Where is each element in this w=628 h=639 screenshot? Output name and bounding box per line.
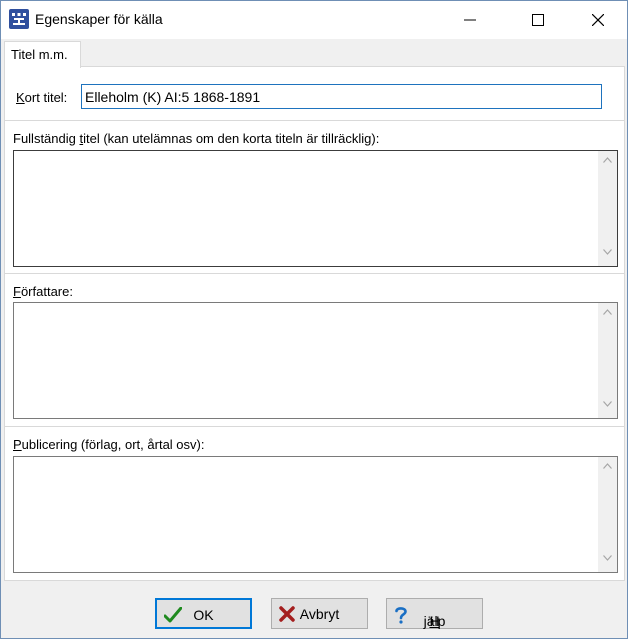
cancel-button[interactable]: Avbryt bbox=[271, 598, 368, 629]
publishing-label: Publicering (förlag, ort, årtal osv): bbox=[13, 437, 204, 452]
tab-panel: Kort titel: Fullständig titel (kan utelä… bbox=[4, 66, 625, 581]
window-title: Egenskaper för källa bbox=[35, 11, 163, 27]
short-title-label-accel: K bbox=[16, 90, 25, 105]
short-title-label-text: ort titel: bbox=[24, 90, 68, 105]
author-label-text: örfattare: bbox=[20, 284, 73, 299]
scroll-up-icon[interactable] bbox=[603, 157, 612, 163]
close-icon bbox=[592, 14, 604, 26]
full-title-textarea[interactable] bbox=[14, 151, 598, 266]
tab-label: Titel m.m. bbox=[11, 47, 68, 62]
author-field[interactable] bbox=[13, 302, 618, 419]
cancel-button-label: Avbryt bbox=[299, 606, 340, 622]
help-button[interactable]: Hjälp bbox=[386, 598, 483, 629]
short-title-input[interactable] bbox=[81, 84, 602, 109]
full-title-label: Fullständig titel (kan utelämnas om den … bbox=[13, 131, 379, 146]
scroll-up-icon[interactable] bbox=[603, 463, 612, 469]
publishing-textarea[interactable] bbox=[14, 457, 598, 572]
author-textarea[interactable] bbox=[14, 303, 598, 418]
full-title-scrollbar[interactable] bbox=[598, 151, 617, 266]
publishing-label-text: ublicering (förlag, ort, årtal osv): bbox=[21, 437, 205, 452]
maximize-button[interactable] bbox=[515, 1, 561, 39]
author-scrollbar[interactable] bbox=[598, 303, 617, 418]
author-label: Författare: bbox=[13, 284, 73, 299]
publishing-label-accel: P bbox=[13, 437, 22, 452]
ok-button[interactable]: OK bbox=[155, 598, 252, 629]
dialog-client-area: Titel m.m. Kort titel: Fullständig titel… bbox=[1, 39, 627, 638]
title-bar[interactable]: Egenskaper för källa bbox=[1, 1, 627, 39]
minimize-icon bbox=[464, 19, 476, 21]
help-button-text: jälp bbox=[423, 613, 446, 629]
scroll-down-icon[interactable] bbox=[603, 555, 612, 561]
separator bbox=[5, 426, 624, 427]
scroll-down-icon[interactable] bbox=[603, 401, 612, 407]
full-title-field[interactable] bbox=[13, 150, 618, 267]
close-button[interactable] bbox=[575, 1, 621, 39]
ok-button-label: OK bbox=[193, 607, 214, 623]
separator bbox=[5, 120, 624, 121]
short-title-label: Kort titel: bbox=[16, 90, 67, 105]
properties-dialog: Egenskaper för källa Titel m.m. Kort tit… bbox=[0, 0, 628, 639]
maximize-icon bbox=[532, 14, 544, 26]
minimize-button[interactable] bbox=[447, 1, 493, 39]
publishing-scrollbar[interactable] bbox=[598, 457, 617, 572]
publishing-field[interactable] bbox=[13, 456, 618, 573]
separator bbox=[5, 273, 624, 274]
scroll-up-icon[interactable] bbox=[603, 309, 612, 315]
scroll-down-icon[interactable] bbox=[603, 249, 612, 255]
app-icon bbox=[9, 9, 29, 29]
author-label-accel: F bbox=[13, 284, 21, 299]
full-title-label-post: itel (kan utelämnas om den korta titeln … bbox=[83, 131, 380, 146]
tab-titel[interactable]: Titel m.m. bbox=[4, 41, 81, 68]
full-title-label-pre: Fullständig bbox=[13, 131, 80, 146]
